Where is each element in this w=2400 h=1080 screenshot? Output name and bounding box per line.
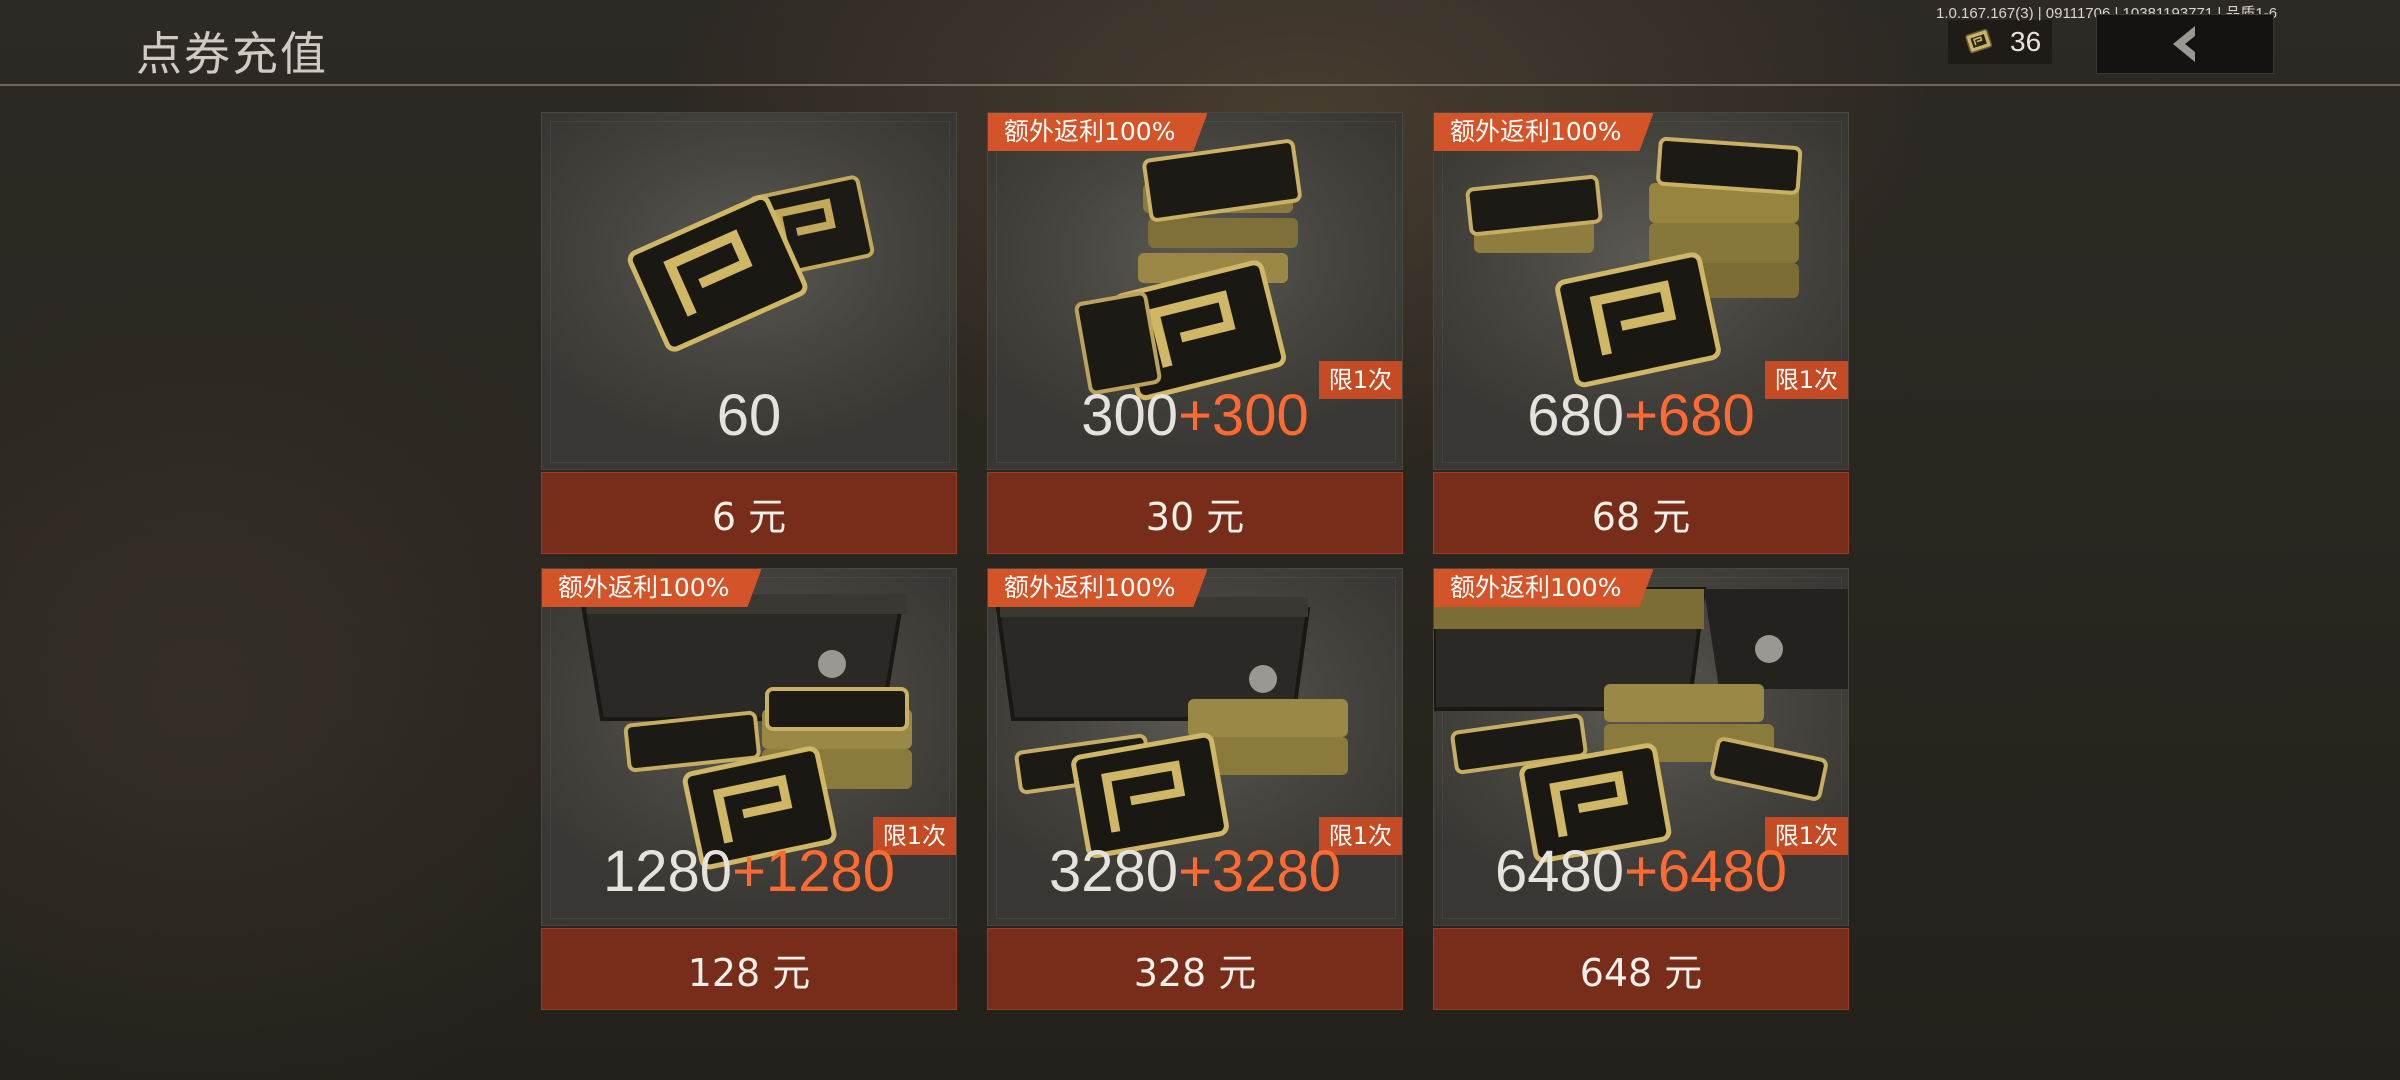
buy-button[interactable]: 328 元	[987, 928, 1403, 1010]
base-amount: 300	[1081, 383, 1179, 448]
base-amount: 3280	[1049, 839, 1179, 904]
bonus-tag: 额外返利100%	[988, 569, 1207, 607]
coupon-amount: 1280+1280	[541, 840, 957, 904]
buy-button[interactable]: 648 元	[1433, 928, 1849, 1010]
bonus-amount: +3280	[1178, 839, 1341, 904]
price-label: 68 元	[1591, 494, 1691, 539]
currency-count: 36	[2010, 26, 2042, 57]
base-amount: 6480	[1495, 839, 1625, 904]
buy-button[interactable]: 68 元	[1433, 472, 1849, 554]
offer-card-2[interactable]: 额外返利100% 限1次 680+680 68 元	[1433, 112, 1849, 554]
coupon-ticket-icon	[1965, 28, 1993, 54]
coupon-amount: 680+680	[1433, 384, 1849, 448]
chevron-left-icon	[2173, 26, 2195, 62]
base-amount: 680	[1527, 383, 1625, 448]
top-bar: 点券充值 1.0.167.167(3) | 09111706 | 1038119…	[0, 0, 2400, 86]
offer-card-3[interactable]: 额外返利100% 限1次 1280+1280 128 元	[541, 568, 957, 1010]
page-title: 点券充值	[136, 27, 328, 81]
price-label: 328 元	[1133, 950, 1257, 995]
bonus-tag: 额外返利100%	[1434, 569, 1653, 607]
bonus-amount: +680	[1624, 383, 1755, 448]
bonus-amount: +6480	[1624, 839, 1787, 904]
offer-card-1[interactable]: 额外返利100% 限1次 300+300 30 元	[987, 112, 1403, 554]
coupon-amount: 6480+6480	[1433, 840, 1849, 904]
bonus-tag: 额外返利100%	[1434, 113, 1653, 151]
buy-button[interactable]: 6 元	[541, 472, 957, 554]
buy-button[interactable]: 128 元	[541, 928, 957, 1010]
currency-display: 36	[1948, 20, 2052, 64]
header-divider	[0, 84, 2400, 86]
price-label: 30 元	[1145, 494, 1245, 539]
offer-card-4[interactable]: 额外返利100% 限1次 3280+3280 328 元	[987, 568, 1403, 1010]
base-amount: 1280	[603, 839, 733, 904]
price-label: 128 元	[687, 950, 811, 995]
offer-card-0[interactable]: 60 6 元	[541, 112, 957, 554]
coupon-amount: 300+300	[987, 384, 1403, 448]
price-label: 648 元	[1579, 950, 1703, 995]
bonus-amount: +1280	[732, 839, 895, 904]
buy-button[interactable]: 30 元	[987, 472, 1403, 554]
coupon-amount: 3280+3280	[987, 840, 1403, 904]
bonus-tag: 额外返利100%	[542, 569, 761, 607]
back-button[interactable]	[2096, 14, 2274, 74]
bonus-tag: 额外返利100%	[988, 113, 1207, 151]
coupon-amount: 60	[541, 384, 957, 448]
offer-card-5[interactable]: 额外返利100% 限1次 6480+6480 648 元	[1433, 568, 1849, 1010]
price-label: 6 元	[711, 494, 787, 539]
base-amount: 60	[716, 383, 782, 448]
bonus-amount: +300	[1178, 383, 1309, 448]
